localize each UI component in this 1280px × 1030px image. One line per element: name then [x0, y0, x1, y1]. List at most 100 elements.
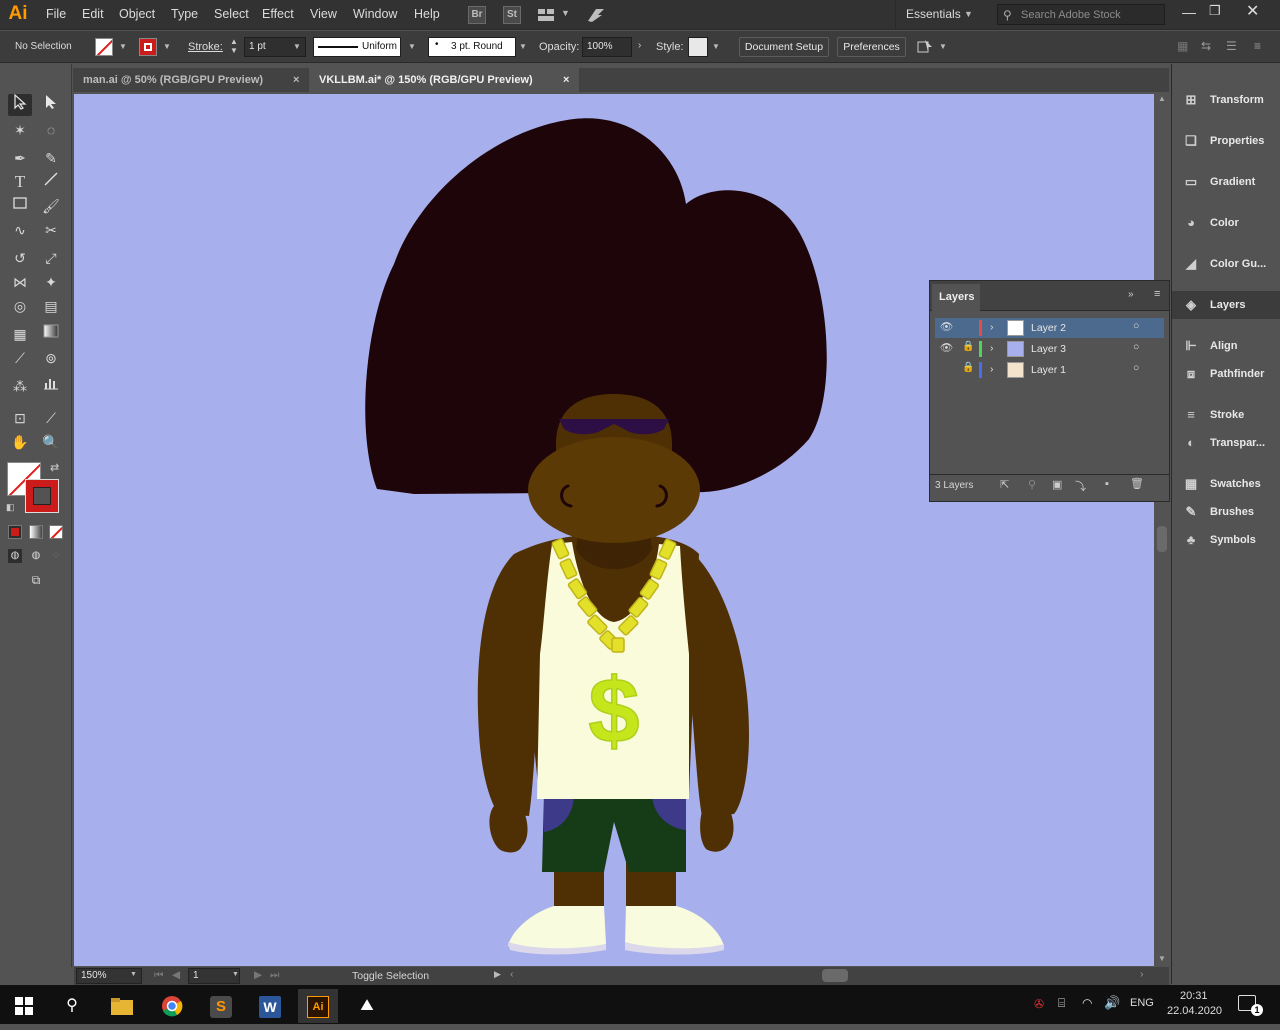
chevron-down-icon[interactable]: ▼ — [964, 9, 973, 19]
collapse-panel-icon[interactable]: » — [1128, 289, 1134, 300]
vertical-scrollbar[interactable]: ▲ ▼ — [1155, 94, 1169, 966]
chevron-down-icon[interactable]: ▼ — [119, 42, 127, 51]
symbol-sprayer-icon[interactable]: ⁂ — [8, 375, 32, 397]
eyedropper-icon[interactable]: ⟋ — [8, 347, 32, 369]
document-setup-button[interactable]: Document Setup — [739, 37, 829, 57]
menu-select[interactable]: Select — [214, 7, 249, 21]
gradient-tool-icon[interactable] — [39, 323, 63, 345]
scissors-tool-icon[interactable]: ✂ — [39, 219, 63, 241]
chevron-down-icon[interactable]: ▼ — [519, 42, 527, 51]
screen-mode-icon[interactable]: ⧉ — [26, 573, 46, 589]
menu-help[interactable]: Help — [414, 7, 440, 21]
last-artboard-icon[interactable]: ⏭ — [270, 969, 279, 982]
width-tool-icon[interactable]: ⋈ — [8, 271, 32, 293]
target-circle-icon[interactable]: ○ — [1133, 362, 1139, 374]
line-tool-icon[interactable] — [39, 171, 63, 193]
selection-tool[interactable] — [8, 93, 32, 116]
expand-layer-icon[interactable]: › — [990, 342, 994, 354]
network-alert-icon[interactable]: ✇ — [1034, 997, 1044, 1011]
zoom-tool-icon[interactable]: 🔍 — [39, 431, 63, 453]
direct-selection-tool[interactable] — [39, 94, 63, 116]
rectangle-tool-icon[interactable] — [8, 195, 32, 217]
chevron-down-icon[interactable]: ▼ — [130, 971, 137, 978]
visibility-eye-icon[interactable]: 👁 — [940, 320, 953, 333]
volume-icon[interactable]: 🔊 — [1104, 995, 1120, 1011]
shaper-tool-icon[interactable]: ∿ — [8, 219, 32, 241]
illustrator-taskbar-icon[interactable]: Ai — [298, 989, 338, 1023]
artboard-canvas[interactable]: $ — [74, 94, 1154, 966]
gradient-mode-icon[interactable] — [29, 525, 43, 539]
locate-object-icon[interactable]: ⚲ — [1028, 478, 1036, 491]
scale-tool-icon[interactable]: ⤢ — [39, 247, 63, 269]
align-icon[interactable]: ▦ — [1177, 39, 1188, 53]
dock-pathfinder[interactable]: ⧈ Pathfinder — [1172, 360, 1280, 388]
draw-inside-icon[interactable]: ◌ — [49, 549, 63, 563]
rotate-tool-icon[interactable]: ↺ — [8, 247, 32, 269]
workspace-switcher[interactable]: Essentials — [906, 7, 961, 21]
file-explorer-icon[interactable] — [102, 989, 142, 1023]
transform-icon[interactable]: ⇆ — [1201, 39, 1211, 53]
chrome-icon[interactable] — [152, 989, 192, 1023]
artboard-tool-icon[interactable]: ⊡ — [8, 407, 32, 429]
type-tool-icon[interactable]: T — [8, 171, 32, 193]
new-sublayer-icon[interactable]: ⤵ — [1075, 478, 1086, 494]
language-indicator[interactable]: ENG — [1130, 997, 1154, 1009]
color-mode-icon[interactable] — [8, 525, 22, 539]
dock-stroke[interactable]: ≡ Stroke — [1172, 401, 1280, 429]
expand-layer-icon[interactable]: › — [990, 363, 994, 375]
dock-transparency[interactable]: ◐ Transpar... — [1172, 429, 1280, 457]
opacity-label[interactable]: Opacity: — [539, 41, 579, 53]
next-artboard-icon[interactable]: ▶ — [254, 969, 262, 981]
close-icon[interactable]: ✕ — [1246, 1, 1259, 21]
fill-swatch[interactable] — [95, 38, 113, 56]
menu-view[interactable]: View — [310, 7, 337, 21]
curvature-tool-icon[interactable]: ✎ — [39, 147, 63, 169]
default-colors-icon[interactable]: ◧ — [6, 502, 15, 513]
chevron-down-icon[interactable]: ▼ — [939, 42, 947, 51]
none-mode-icon[interactable] — [49, 525, 63, 539]
chevron-down-icon[interactable]: ▼ — [293, 42, 301, 51]
tab-man-ai[interactable]: man.ai @ 50% (RGB/GPU Preview) × — [73, 68, 309, 92]
tab-vkllbm-ai[interactable]: VKLLBM.ai* @ 150% (RGB/GPU Preview) × — [309, 68, 579, 92]
opacity-field[interactable]: 100% — [582, 37, 632, 57]
lasso-icon[interactable]: ◌ — [39, 119, 63, 141]
dock-transform[interactable]: ⊞ Transform — [1172, 86, 1280, 114]
menu-window[interactable]: Window — [353, 7, 397, 21]
usb-icon[interactable]: ⌸ — [1058, 996, 1065, 1011]
start-button[interactable] — [4, 989, 44, 1023]
dock-properties[interactable]: ❏ Properties — [1172, 127, 1280, 155]
panel-menu-icon[interactable]: ≡ — [1154, 288, 1160, 300]
scroll-thumb[interactable] — [1157, 526, 1167, 552]
chevron-down-icon[interactable]: ▼ — [712, 42, 720, 51]
chevron-down-icon[interactable]: ▼ — [163, 42, 171, 51]
menu-edit[interactable]: Edit — [82, 7, 104, 21]
draw-behind-icon[interactable]: ◍ — [29, 549, 43, 563]
scroll-right-icon[interactable]: › — [1140, 968, 1144, 980]
minimize-icon[interactable]: — — [1182, 4, 1196, 20]
pen-tool-icon[interactable]: ✒ — [8, 147, 32, 169]
target-circle-icon[interactable]: ○ — [1133, 341, 1139, 353]
stroke-stepper[interactable]: ▲ ▼ — [230, 37, 238, 55]
options-icon[interactable]: ≡ — [1254, 39, 1261, 53]
layer-row-2[interactable]: 👁 › Layer 2 ○ — [935, 318, 1164, 338]
dock-swatches[interactable]: ▦ Swatches — [1172, 470, 1280, 498]
dock-align[interactable]: ⊩ Align — [1172, 332, 1280, 360]
scroll-left-icon[interactable]: ‹ — [510, 968, 514, 980]
restore-icon[interactable]: ❐ — [1209, 3, 1221, 19]
menu-file[interactable]: File — [46, 7, 66, 21]
preferences-button[interactable]: Preferences — [837, 37, 906, 57]
close-tab-icon[interactable]: × — [563, 68, 569, 92]
perspective-grid-icon[interactable]: ▤ — [39, 295, 63, 317]
horizontal-scroll-thumb[interactable] — [822, 969, 848, 982]
chevron-down-icon[interactable]: ▼ — [408, 42, 416, 51]
clock-time[interactable]: 20:31 — [1180, 990, 1208, 1002]
slice-tool-icon[interactable]: ⟋ — [39, 407, 63, 429]
dock-symbols[interactable]: ♣ Symbols — [1172, 526, 1280, 554]
draw-normal-icon[interactable]: ◍ — [8, 549, 22, 563]
clock-date[interactable]: 22.04.2020 — [1167, 1005, 1222, 1017]
dock-brushes[interactable]: ✎ Brushes — [1172, 498, 1280, 526]
visibility-eye-icon[interactable]: 👁 — [940, 341, 953, 354]
dock-color[interactable]: ◕ Color — [1172, 209, 1280, 237]
scroll-down-icon[interactable]: ▼ — [1158, 954, 1166, 963]
layer-row-1[interactable]: 🔒 › Layer 1 ○ — [935, 360, 1164, 380]
